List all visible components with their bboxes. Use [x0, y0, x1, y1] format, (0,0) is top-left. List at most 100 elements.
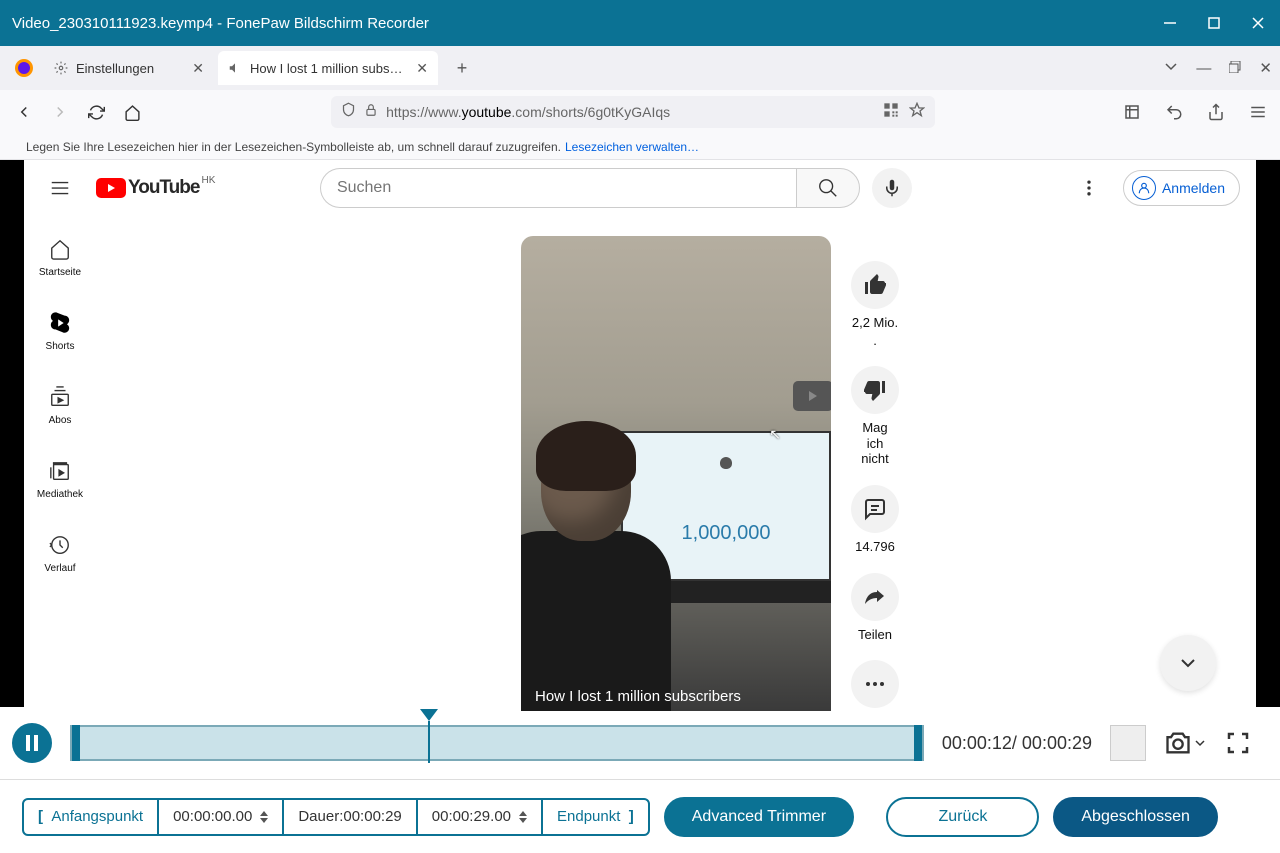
advanced-trimmer-button[interactable]: Advanced Trimmer: [664, 797, 854, 837]
bookmark-hint: Legen Sie Ihre Lesezeichen hier in der L…: [26, 140, 561, 154]
trim-controls-row: [ Anfangspunkt 00:00:00.00 Dauer:00:00:2…: [0, 779, 1280, 853]
subscriptions-icon: [48, 385, 72, 409]
firefox-icon[interactable]: [8, 52, 40, 84]
timeline-handle-end[interactable]: [914, 725, 922, 761]
back-button[interactable]: [8, 96, 40, 128]
sidebar-item-history[interactable]: Verlauf: [24, 516, 96, 590]
tab-label: Einstellungen: [76, 61, 184, 76]
timeline-row: 00:00:12/ 00:00:29: [0, 707, 1280, 779]
window-controls: [1148, 0, 1280, 46]
timeline-playhead[interactable]: [420, 709, 438, 763]
shorts-action-rail: 2,2 Mio. . Mag ich nicht 14.796 Teilen: [851, 261, 899, 708]
signin-label: Anmelden: [1162, 180, 1225, 196]
settings-menu-button[interactable]: [1069, 168, 1109, 208]
shorts-player-area: 1,000,000 ↖ How I lost 1 million subscri…: [96, 216, 1256, 707]
qr-icon[interactable]: [883, 102, 899, 123]
back-button[interactable]: Zurück: [886, 797, 1039, 837]
share-icon[interactable]: [1202, 98, 1230, 126]
end-time-input[interactable]: 00:00:29.00: [418, 800, 543, 834]
undo-icon[interactable]: [1160, 98, 1188, 126]
dislike-button[interactable]: Mag ich nicht: [851, 366, 899, 467]
tab-settings[interactable]: Einstellungen ✕: [44, 51, 214, 85]
comments-button[interactable]: 14.796: [851, 485, 899, 555]
tab-label: How I lost 1 million subscribers: [250, 61, 408, 76]
reload-button[interactable]: [80, 96, 112, 128]
hamburger-icon[interactable]: [40, 168, 80, 208]
sidebar-item-home[interactable]: Startseite: [24, 220, 96, 294]
sidebar-label: Shorts: [46, 341, 75, 352]
youtube-container: YouTube HK Anmelden Startseite: [0, 160, 1280, 707]
share-label: Teilen: [858, 627, 892, 643]
fullscreen-button[interactable]: [1224, 729, 1252, 757]
lock-icon: [364, 103, 378, 122]
url-input[interactable]: https://www.youtube.com/shorts/6g0tKyGAI…: [331, 96, 935, 128]
youtube-play-icon: [96, 178, 126, 198]
time-display: 00:00:12/ 00:00:29: [942, 733, 1092, 754]
done-button[interactable]: Abgeschlossen: [1053, 797, 1218, 837]
library-icon: [48, 459, 72, 483]
sidebar-item-library[interactable]: Mediathek: [24, 442, 96, 516]
new-tab-button[interactable]: +: [448, 54, 476, 82]
url-text: https://www.youtube.com/shorts/6g0tKyGAI…: [386, 104, 875, 120]
bookmark-star-icon[interactable]: [909, 102, 925, 123]
short-title: How I lost 1 million subscribers: [535, 688, 741, 705]
sidebar-item-shorts[interactable]: Shorts: [24, 294, 96, 368]
duration-display: Dauer:00:00:29: [284, 800, 417, 834]
menu-icon[interactable]: [1244, 98, 1272, 126]
sidebar-item-subscriptions[interactable]: Abos: [24, 368, 96, 442]
sidebar-label: Mediathek: [37, 489, 83, 500]
home-button[interactable]: [116, 96, 148, 128]
screenshot-button[interactable]: [1164, 729, 1206, 757]
pause-button[interactable]: [12, 723, 52, 763]
sound-icon: [228, 61, 242, 75]
start-spinner[interactable]: [260, 811, 268, 823]
comments-count: 14.796: [855, 539, 895, 555]
start-time-input[interactable]: 00:00:00.00: [159, 800, 284, 834]
clip-icon[interactable]: [1118, 98, 1146, 126]
dislike-label: Mag ich nicht: [853, 420, 897, 467]
video-overlay-icon: [793, 381, 831, 411]
preview-thumbnail: [1110, 725, 1146, 761]
close-icon[interactable]: ✕: [416, 60, 428, 77]
close-button[interactable]: [1236, 0, 1280, 46]
address-bar: https://www.youtube.com/shorts/6g0tKyGAI…: [0, 90, 1280, 134]
editor-panel: 00:00:12/ 00:00:29 [ Anfangspunkt 00:00:…: [0, 707, 1280, 853]
maximize-button[interactable]: [1192, 0, 1236, 46]
tab-youtube-short[interactable]: How I lost 1 million subscribers ✕: [218, 51, 438, 85]
share-button[interactable]: Teilen: [851, 573, 899, 643]
browser-minimize-button[interactable]: —: [1196, 60, 1211, 77]
signin-button[interactable]: Anmelden: [1123, 170, 1240, 206]
tabs-dropdown-button[interactable]: [1164, 59, 1178, 77]
close-icon[interactable]: ✕: [192, 60, 204, 77]
end-spinner[interactable]: [519, 811, 527, 823]
bookmark-bar: Legen Sie Ihre Lesezeichen hier in der L…: [0, 134, 1280, 160]
short-video[interactable]: 1,000,000 ↖ How I lost 1 million subscri…: [521, 236, 831, 711]
shield-icon: [341, 102, 356, 122]
home-icon: [48, 237, 72, 261]
browser-restore-button[interactable]: [1229, 60, 1241, 77]
youtube-logo-text: YouTube: [128, 177, 199, 199]
like-button[interactable]: 2,2 Mio. .: [851, 261, 899, 348]
forward-button[interactable]: [44, 96, 76, 128]
youtube-region: HK: [202, 175, 216, 186]
start-point-group: [ Anfangspunkt 00:00:00.00 Dauer:00:00:2…: [22, 798, 650, 836]
start-point-button[interactable]: [ Anfangspunkt: [24, 800, 159, 834]
timeline-track[interactable]: [70, 725, 924, 761]
search-button[interactable]: [796, 168, 860, 208]
cursor-icon: ↖: [769, 426, 781, 443]
more-button[interactable]: [851, 660, 899, 708]
person-icon: [1132, 176, 1156, 200]
youtube-logo[interactable]: YouTube HK: [96, 177, 199, 199]
minimize-button[interactable]: [1148, 0, 1192, 46]
end-point-button[interactable]: Endpunkt ]: [543, 800, 648, 834]
app-title-bar: Video_230310111923.keymp4 - FonePaw Bild…: [0, 0, 1280, 46]
browser-tab-strip: Einstellungen ✕ How I lost 1 million sub…: [0, 46, 1280, 90]
bookmark-manage-link[interactable]: Lesezeichen verwalten…: [565, 140, 699, 154]
timeline-handle-start[interactable]: [72, 725, 80, 761]
sidebar-label: Startseite: [39, 267, 81, 278]
mic-button[interactable]: [872, 168, 912, 208]
search-input[interactable]: [320, 168, 796, 208]
browser-close-button[interactable]: ✕: [1259, 59, 1272, 77]
next-short-button[interactable]: [1160, 635, 1216, 691]
youtube-masthead: YouTube HK Anmelden: [24, 160, 1256, 216]
